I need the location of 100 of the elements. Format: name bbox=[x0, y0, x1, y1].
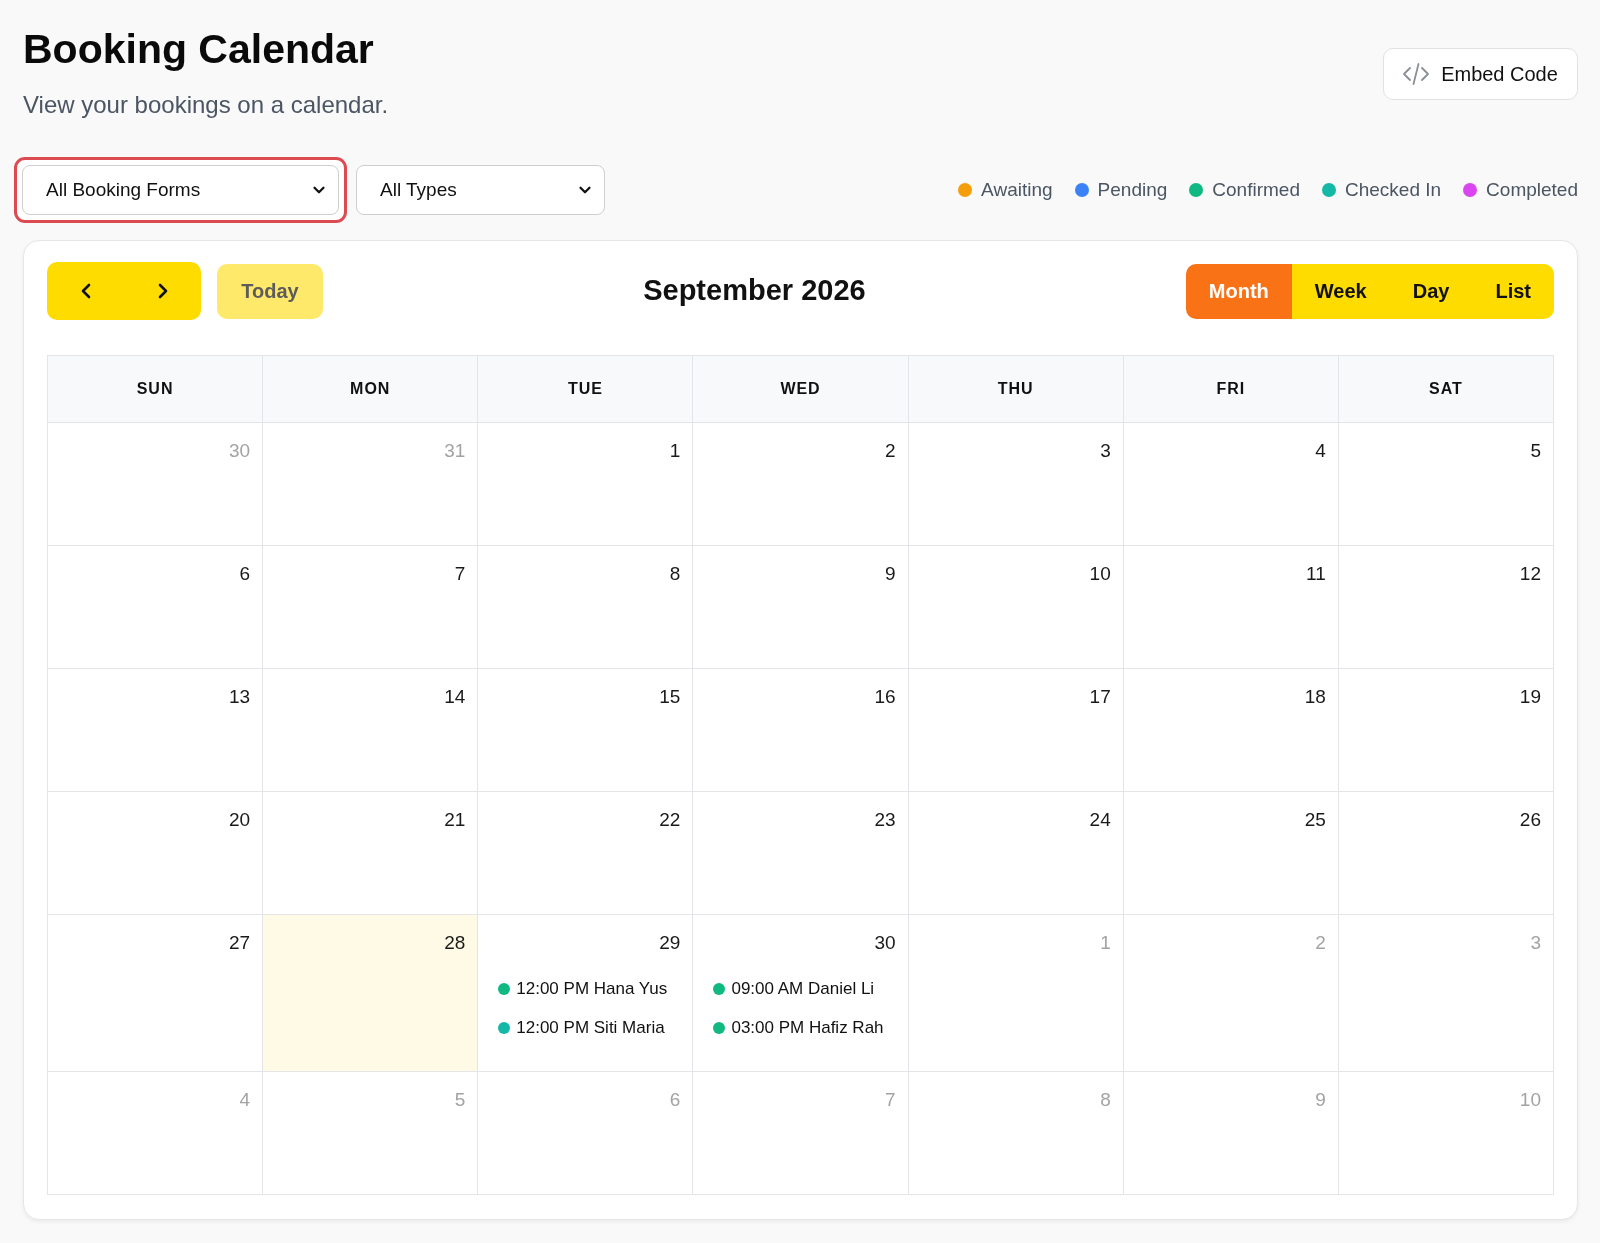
day-number: 27 bbox=[229, 931, 251, 955]
booking-event[interactable]: 12:00 PM Hana Yus bbox=[498, 976, 681, 1001]
day-cell[interactable]: 4 bbox=[1123, 423, 1339, 546]
day-cell[interactable]: 27 bbox=[48, 915, 264, 1072]
day-number: 9 bbox=[885, 562, 896, 586]
day-number: 6 bbox=[669, 1088, 681, 1112]
legend-label: Confirmed bbox=[1212, 177, 1300, 202]
code-icon bbox=[1403, 63, 1430, 85]
day-number: 22 bbox=[659, 808, 681, 832]
day-cell[interactable]: 9 bbox=[693, 546, 909, 669]
day-cell[interactable]: 26 bbox=[1338, 792, 1554, 915]
day-cell[interactable]: 5 bbox=[1338, 423, 1554, 546]
page-subtitle: View your bookings on a calendar. bbox=[23, 90, 389, 120]
day-cell[interactable]: 16 bbox=[693, 669, 909, 792]
day-cell[interactable]: 13 bbox=[48, 669, 264, 792]
day-number: 7 bbox=[454, 562, 466, 586]
day-number: 30 bbox=[874, 931, 896, 955]
legend-label: Checked In bbox=[1345, 177, 1442, 202]
day-number: 30 bbox=[229, 439, 251, 463]
day-number: 17 bbox=[1089, 685, 1111, 709]
weekday-header: FRI bbox=[1123, 356, 1339, 423]
weekday-header: SUN bbox=[48, 356, 264, 423]
day-number: 8 bbox=[1100, 1088, 1111, 1112]
day-number: 26 bbox=[1519, 808, 1541, 832]
weekday-header: TUE bbox=[478, 356, 694, 423]
day-number: 6 bbox=[239, 562, 251, 586]
legend-label: Awaiting bbox=[981, 177, 1053, 202]
day-number: 11 bbox=[1306, 562, 1326, 586]
filter-select[interactable]: All Types bbox=[356, 165, 605, 215]
day-number: 25 bbox=[1304, 808, 1326, 832]
day-number: 5 bbox=[1530, 439, 1541, 463]
day-number: 28 bbox=[444, 931, 466, 955]
day-number: 15 bbox=[659, 685, 681, 709]
view-tab[interactable]: List bbox=[1472, 263, 1554, 319]
page-title: Booking Calendar bbox=[23, 25, 375, 74]
day-cell[interactable]: 24 bbox=[908, 792, 1124, 915]
day-cell[interactable]: 7 bbox=[263, 546, 479, 669]
day-cell[interactable]: 8 bbox=[478, 546, 694, 669]
filter-select[interactable]: All Booking Forms bbox=[14, 157, 347, 223]
day-number: 19 bbox=[1519, 685, 1541, 709]
day-number: 8 bbox=[669, 562, 681, 586]
day-number: 3 bbox=[1530, 931, 1541, 955]
day-cell[interactable]: 11 bbox=[1123, 546, 1339, 669]
next-button[interactable] bbox=[124, 262, 201, 320]
day-cell[interactable]: 23 bbox=[693, 792, 909, 915]
legend-label: Completed bbox=[1486, 177, 1578, 202]
legend-label: Pending bbox=[1097, 177, 1168, 202]
view-tab[interactable]: Week bbox=[1291, 263, 1390, 319]
weekday-header: MON bbox=[263, 356, 479, 423]
day-cell[interactable]: 6 bbox=[48, 546, 264, 669]
day-number: 29 bbox=[659, 931, 681, 955]
previous-button[interactable] bbox=[47, 262, 124, 320]
day-number: 9 bbox=[1315, 1088, 1326, 1112]
day-number: 4 bbox=[239, 1088, 251, 1112]
day-number: 2 bbox=[1315, 931, 1326, 955]
day-number: 4 bbox=[1315, 439, 1326, 463]
day-cell[interactable]: 15 bbox=[478, 669, 694, 792]
booking-event[interactable]: 12:00 PM Siti Maria bbox=[498, 1015, 681, 1040]
day-number: 13 bbox=[229, 685, 251, 709]
calendar-title: September 2026 bbox=[643, 273, 866, 309]
day-number: 14 bbox=[444, 685, 466, 709]
day-number: 1 bbox=[1100, 931, 1111, 955]
day-cell[interactable]: 17 bbox=[908, 669, 1124, 792]
day-number: 3 bbox=[1100, 439, 1111, 463]
day-cell[interactable]: 22 bbox=[478, 792, 694, 915]
day-number: 7 bbox=[885, 1088, 896, 1112]
day-number: 10 bbox=[1519, 1088, 1541, 1112]
day-cell[interactable]: 3 bbox=[908, 423, 1124, 546]
day-number: 10 bbox=[1089, 562, 1111, 586]
view-tab[interactable]: Day bbox=[1389, 263, 1473, 319]
weekday-header: SAT bbox=[1338, 356, 1554, 423]
booking-event[interactable]: 09:00 AM Daniel Li bbox=[713, 976, 896, 1001]
day-number: 1 bbox=[669, 439, 681, 463]
weekday-header: WED bbox=[693, 356, 909, 423]
day-cell[interactable]: 10 bbox=[908, 546, 1124, 669]
day-cell[interactable]: 19 bbox=[1338, 669, 1554, 792]
day-number: 31 bbox=[444, 439, 466, 463]
day-number: 5 bbox=[454, 1088, 466, 1112]
day-cell[interactable]: 1 bbox=[478, 423, 694, 546]
day-cell[interactable]: 14 bbox=[263, 669, 479, 792]
day-number: 24 bbox=[1089, 808, 1111, 832]
booking-event[interactable]: 03:00 PM Hafiz Rah bbox=[713, 1015, 896, 1040]
day-number: 23 bbox=[874, 808, 896, 832]
weekday-header: THU bbox=[908, 356, 1124, 423]
day-cell[interactable]: 25 bbox=[1123, 792, 1339, 915]
day-cell[interactable]: 21 bbox=[263, 792, 479, 915]
day-cell[interactable]: 18 bbox=[1123, 669, 1339, 792]
day-cell[interactable]: 12 bbox=[1338, 546, 1554, 669]
day-number: 12 bbox=[1519, 562, 1541, 586]
day-number: 21 bbox=[444, 808, 466, 832]
embed-code-button[interactable]: Embed Code bbox=[1383, 48, 1578, 100]
day-cell[interactable]: 29 12:00 PM Hana Yus 12:00 PM Siti Maria bbox=[478, 915, 694, 1072]
day-cell[interactable]: 30 09:00 AM Daniel Li 03:00 PM Hafiz Rah bbox=[693, 915, 909, 1072]
day-number: 18 bbox=[1304, 685, 1326, 709]
day-number: 20 bbox=[229, 808, 251, 832]
day-cell[interactable]: 20 bbox=[48, 792, 264, 915]
day-cell[interactable]: 28 bbox=[263, 915, 479, 1072]
day-cell[interactable]: 2 bbox=[693, 423, 909, 546]
day-number: 16 bbox=[874, 685, 896, 709]
day-number: 2 bbox=[885, 439, 896, 463]
